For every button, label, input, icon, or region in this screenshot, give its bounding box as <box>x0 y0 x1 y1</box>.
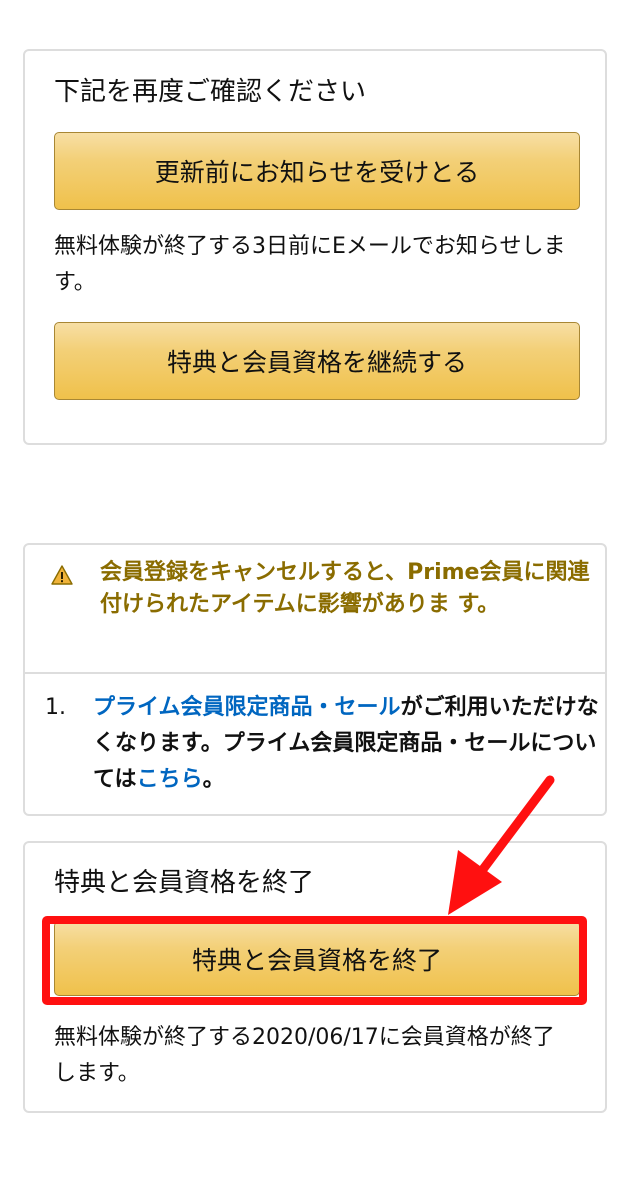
prime-exclusive-deals-link[interactable]: プライム会員限定商品・セール <box>93 695 401 720</box>
confirm-card: 下記を再度ご確認ください 更新前にお知らせを受けとる 無料体験が終了する3日前に… <box>23 49 607 445</box>
red-highlight-box <box>42 916 587 1005</box>
warning-triangle-icon <box>51 565 73 585</box>
list-item-end-text: 。 <box>202 767 225 792</box>
end-description: 無料体験が終了する2020/06/17に会員資格が終了します。 <box>54 1025 555 1086</box>
notify-before-renewal-button[interactable]: 更新前にお知らせを受けとる <box>54 132 580 210</box>
notify-description: 無料体験が終了する3日前にEメールでお知らせします。 <box>54 234 566 295</box>
red-arrow-icon <box>448 775 555 915</box>
end-membership-heading: 特典と会員資格を終了 <box>54 868 315 898</box>
warning-message: 会員登録をキャンセルすると、Prime会員に関連付けられたアイテムに影響がありま… <box>100 560 590 617</box>
list-item-number: 1. <box>45 695 66 720</box>
warning-row: 会員登録をキャンセルすると、Prime会員に関連付けられたアイテムに影響がありま… <box>25 545 605 674</box>
confirm-heading: 下記を再度ご確認ください <box>54 77 367 107</box>
continue-membership-button[interactable]: 特典と会員資格を継続する <box>54 322 580 400</box>
here-link[interactable]: こちら <box>137 767 203 792</box>
